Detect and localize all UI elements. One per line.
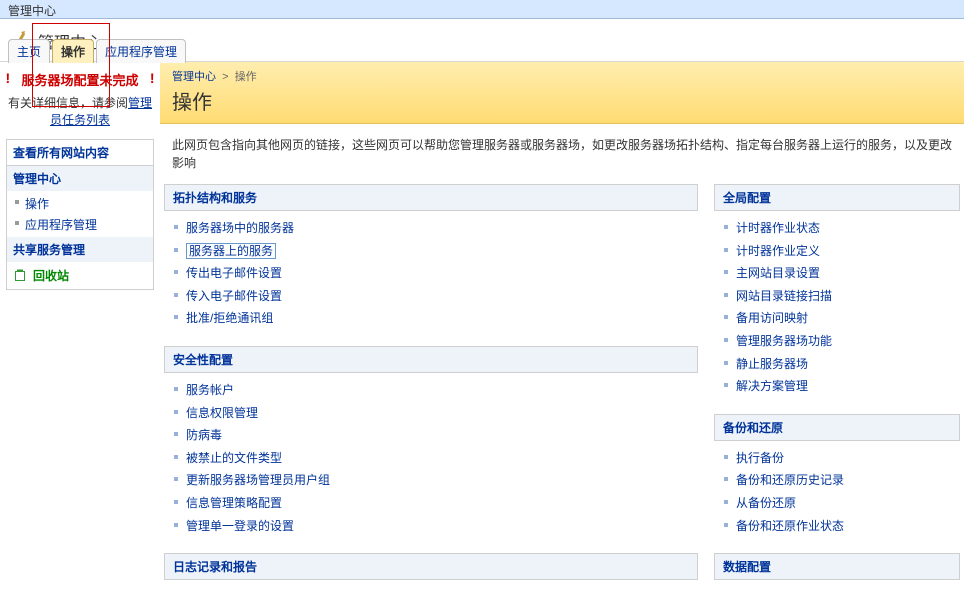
tab-operations[interactable]: 操作: [52, 39, 94, 63]
page-title: 操作: [172, 86, 952, 115]
section-global-title: 全局配置: [714, 184, 960, 211]
list-item: 传入电子邮件设置: [164, 285, 698, 308]
sidebar-heading-admin: 管理中心: [7, 166, 153, 191]
section-security-list: 服务帐户 信息权限管理 防病毒 被禁止的文件类型 更新服务器场管理员用户组 信息…: [164, 379, 698, 537]
list-item: 静止服务器场: [714, 353, 960, 376]
list-item: 备份和还原作业状态: [714, 515, 960, 538]
list-item: 备用访问映射: [714, 307, 960, 330]
sidebar-item-operations: 操作: [7, 193, 153, 214]
list-item: 服务器上的服务: [164, 240, 698, 263]
list-item: 服务器场中的服务器: [164, 217, 698, 240]
column-left: 拓扑结构和服务 服务器场中的服务器 服务器上的服务 传出电子邮件设置 传入电子邮…: [164, 184, 698, 586]
list-item: 管理服务器场功能: [714, 330, 960, 353]
list-item: 解决方案管理: [714, 375, 960, 398]
view-all-sites-link[interactable]: 查看所有网站内容: [13, 146, 109, 160]
section-topology-title: 拓扑结构和服务: [164, 184, 698, 211]
page-banner: 管理中心 > 操作 操作: [160, 62, 964, 124]
list-item: 服务帐户: [164, 379, 698, 402]
left-sidebar: 服务器场配置未完成 有关详细信息，请参阅管理员任务列表 查看所有网站内容 管理中…: [0, 62, 160, 294]
list-item: 网站目录链接扫描: [714, 285, 960, 308]
section-global-list: 计时器作业状态 计时器作业定义 主网站目录设置 网站目录链接扫描 备用访问映射 …: [714, 217, 960, 398]
sidebar-group-viewall: 查看所有网站内容 管理中心 操作 应用程序管理 共享服务管理 回收站: [6, 139, 154, 290]
list-item: 信息权限管理: [164, 402, 698, 425]
sidebar-admin-list: 操作 应用程序管理: [7, 191, 153, 237]
recycle-bin-label: 回收站: [33, 267, 69, 284]
list-item: 管理单一登录的设置: [164, 515, 698, 538]
section-backup-title: 备份和还原: [714, 414, 960, 441]
window-title: 管理中心: [8, 4, 56, 18]
list-item: 主网站目录设置: [714, 262, 960, 285]
sidebar-item-apps: 应用程序管理: [7, 214, 153, 235]
list-item: 防病毒: [164, 424, 698, 447]
window-title-bar: 管理中心: [0, 0, 964, 19]
config-warning: 服务器场配置未完成 有关详细信息，请参阅管理员任务列表: [6, 70, 154, 129]
list-item: 批准/拒绝通讯组: [164, 307, 698, 330]
section-backup-list: 执行备份 备份和还原历史记录 从备份还原 备份和还原作业状态: [714, 447, 960, 537]
page-description: 此网页包含指向其他网页的链接，这些网页可以帮助您管理服务器或服务器场，如更改服务…: [160, 124, 964, 184]
section-logging-title: 日志记录和报告: [164, 553, 698, 580]
list-item: 传出电子邮件设置: [164, 262, 698, 285]
config-warning-sub: 有关详细信息，请参阅管理员任务列表: [6, 95, 154, 129]
section-security-title: 安全性配置: [164, 346, 698, 373]
section-topology-list: 服务器场中的服务器 服务器上的服务 传出电子邮件设置 传入电子邮件设置 批准/拒…: [164, 217, 698, 330]
list-item: 备份和还原历史记录: [714, 469, 960, 492]
recycle-icon: [13, 268, 27, 282]
list-item: 更新服务器场管理员用户组: [164, 469, 698, 492]
breadcrumb-root[interactable]: 管理中心: [172, 71, 216, 83]
list-item: 执行备份: [714, 447, 960, 470]
breadcrumb-current: 操作: [235, 71, 257, 83]
column-right: 全局配置 计时器作业状态 计时器作业定义 主网站目录设置 网站目录链接扫描 备用…: [714, 184, 960, 586]
tab-apps[interactable]: 应用程序管理: [96, 39, 186, 63]
breadcrumb: 管理中心 > 操作: [172, 68, 952, 84]
main-area: 管理中心 > 操作 操作 此网页包含指向其他网页的链接，这些网页可以帮助您管理服…: [160, 62, 964, 602]
list-item: 被禁止的文件类型: [164, 447, 698, 470]
recycle-bin-link[interactable]: 回收站: [7, 262, 153, 289]
list-item: 计时器作业定义: [714, 240, 960, 263]
list-item: 计时器作业状态: [714, 217, 960, 240]
list-item: 信息管理策略配置: [164, 492, 698, 515]
section-data-title: 数据配置: [714, 553, 960, 580]
config-warning-title: 服务器场配置未完成: [9, 70, 150, 89]
list-item: 从备份还原: [714, 492, 960, 515]
tab-bar: 主页 操作 应用程序管理: [8, 38, 188, 62]
sidebar-heading-shared: 共享服务管理: [7, 237, 153, 262]
header: 管理中心 主页 操作 应用程序管理: [0, 19, 964, 62]
services-on-server-link[interactable]: 服务器上的服务: [186, 243, 276, 259]
tab-home[interactable]: 主页: [8, 39, 50, 63]
